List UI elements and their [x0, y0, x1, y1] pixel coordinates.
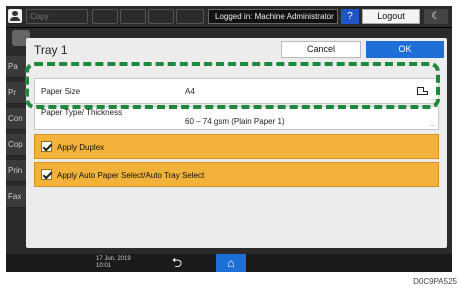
logout-button[interactable]: Logout	[362, 9, 420, 24]
more-icon: ...	[429, 121, 435, 128]
paper-type-label: Paper Type/ Thickness	[41, 108, 123, 117]
paper-type-row[interactable]: Paper Type/ Thickness 60 – 74 gsm (Plain…	[34, 106, 439, 130]
background-side-item: Fax	[6, 186, 28, 208]
time-text: 10:01	[96, 263, 112, 269]
background-side-item: Cop	[6, 134, 28, 156]
highlight-callout	[25, 62, 440, 109]
app-tab-copy-label: Copy	[30, 12, 49, 21]
background-side-item: Con	[6, 108, 28, 130]
app-tab-empty-3[interactable]	[148, 9, 174, 24]
top-bar: Copy Logged in: Machine Administrator ? …	[6, 6, 452, 28]
ok-button[interactable]: OK	[366, 41, 444, 58]
operation-panel-screen: Copy Logged in: Machine Administrator ? …	[6, 6, 452, 272]
dialog-title: Tray 1	[34, 43, 68, 57]
figure-code: D0C9PA525	[413, 277, 457, 286]
login-status[interactable]: Logged in: Machine Administrator	[208, 9, 338, 24]
help-button[interactable]: ?	[341, 9, 359, 24]
checkbox-checked-icon[interactable]	[41, 169, 52, 180]
apply-auto-select-checkbox-row[interactable]: Apply Auto Paper Select/Auto Tray Select	[34, 162, 439, 187]
checkbox-checked-icon[interactable]	[41, 141, 52, 152]
paper-type-value: 60 – 74 gsm (Plain Paper 1)	[185, 117, 285, 126]
app-tab-empty-2[interactable]	[120, 9, 146, 24]
background-side-item: Prin	[6, 160, 28, 182]
energy-saver-icon[interactable]: ☾	[424, 9, 448, 24]
apply-duplex-label: Apply Duplex	[57, 143, 105, 152]
date-text: 17 Jun. 2019	[96, 256, 131, 262]
back-arrow-icon[interactable]: ⮌	[166, 255, 188, 271]
user-icon[interactable]	[8, 9, 22, 23]
bottom-bar: 17 Jun. 2019 10:01 ⮌ ⌂	[6, 254, 452, 272]
home-icon[interactable]: ⌂	[216, 254, 246, 272]
app-tab-empty-4[interactable]	[176, 9, 204, 24]
date-time: 17 Jun. 2019 10:01	[96, 256, 131, 270]
apply-duplex-checkbox-row[interactable]: Apply Duplex	[34, 134, 439, 159]
apply-auto-select-label: Apply Auto Paper Select/Auto Tray Select	[57, 171, 205, 180]
app-tab-empty-1[interactable]	[92, 9, 118, 24]
app-tab-copy[interactable]: Copy	[26, 9, 88, 24]
cancel-button[interactable]: Cancel	[281, 41, 361, 58]
